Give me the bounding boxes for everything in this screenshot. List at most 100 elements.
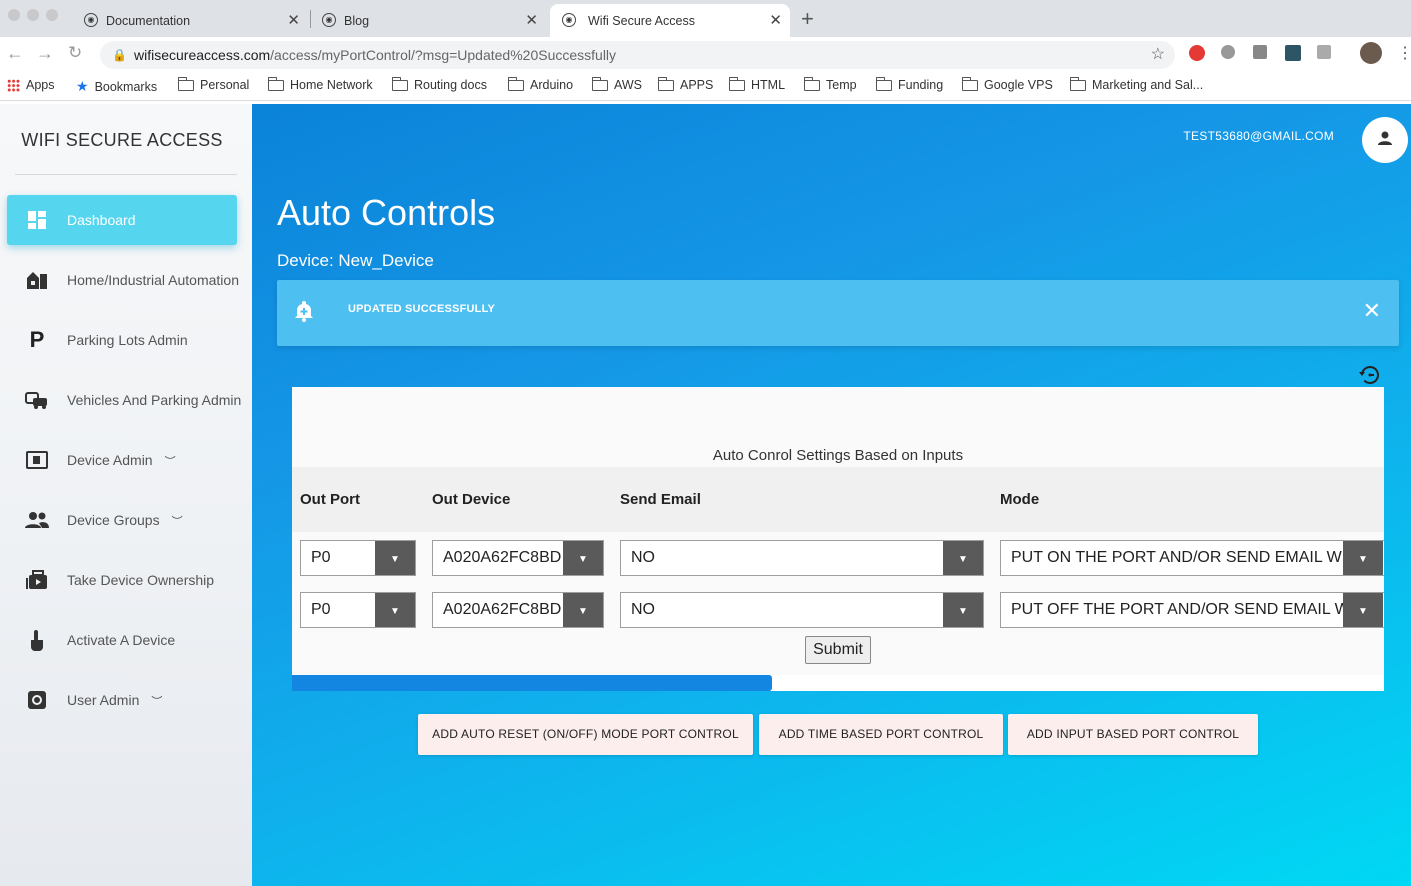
submit-button[interactable]: Submit — [805, 636, 871, 664]
parking-icon: P — [29, 327, 45, 352]
chevron-down-icon[interactable]: ︶ — [151, 693, 162, 709]
chevron-down-icon[interactable]: ︶ — [172, 513, 183, 529]
bookmark-google-vps[interactable]: Google VPS — [961, 76, 1053, 92]
chevron-down-icon: ▼ — [563, 541, 603, 575]
column-header: Send Email — [620, 491, 701, 508]
column-header: Out Port — [300, 491, 360, 508]
chevron-down-icon: ▼ — [563, 593, 603, 627]
bookmark-aws[interactable]: AWS — [591, 76, 642, 92]
main-content: TEST53680@GMAIL.COM Auto Controls Device… — [252, 104, 1411, 886]
url-input[interactable]: 🔒 wifisecureaccess.com/access/myPortCont… — [100, 41, 1175, 69]
tab-title: Wifi Secure Access — [588, 13, 695, 28]
browser-tab-blog[interactable]: ◉ Blog ✕ — [316, 4, 546, 37]
table-row: P0 ▼ A020A62FC8BD ▼ NO ▼ PUT OFF THE PORT A… — [292, 584, 1384, 636]
drive-extension-icon[interactable] — [1317, 45, 1331, 59]
add-time-based-button[interactable]: ADD TIME BASED PORT CONTROL — [759, 714, 1003, 755]
window-zoom-control[interactable] — [46, 9, 58, 21]
reload-icon[interactable]: ↻ — [68, 43, 82, 63]
new-tab-icon[interactable]: + — [801, 6, 814, 32]
bookmark-apps-folder[interactable]: APPS — [657, 76, 714, 92]
sidebar-item-label: User Admin ︶ — [67, 692, 162, 709]
browser-tab-bar: ◉ Documentation ✕ ◉ Blog ✕ ◉ Wifi Secure… — [0, 0, 1411, 37]
adblock-extension-icon[interactable] — [1189, 45, 1205, 61]
chevron-down-icon: ▼ — [943, 593, 983, 627]
sidebar-item-vehicles-and-parking-admin[interactable]: Vehicles And Parking Admin — [7, 375, 252, 425]
folder-icon — [267, 76, 284, 91]
bookmark-label: Google VPS — [984, 78, 1053, 92]
folder-icon — [507, 76, 524, 91]
folder-icon — [391, 76, 408, 91]
user-avatar[interactable] — [1362, 117, 1408, 163]
table-row: P0 ▼ A020A62FC8BD ▼ NO ▼ PUT ON THE PORT AN… — [292, 532, 1384, 584]
site-favicon-icon: ◉ — [562, 13, 576, 27]
window-minimize-control[interactable] — [27, 9, 39, 21]
sidebar-item-label: Device Admin ︶ — [67, 452, 176, 469]
bookmark-temp[interactable]: Temp — [803, 76, 857, 92]
folder-icon — [591, 76, 608, 91]
bookmark-label: Bookmarks — [94, 79, 158, 94]
sidebar-item-parking-lots-admin[interactable]: P Parking Lots Admin — [7, 315, 252, 365]
out-port-select[interactable]: P0 ▼ — [300, 592, 416, 628]
sidebar-item-label: Vehicles And Parking Admin — [67, 392, 242, 408]
sidebar-item-device-admin[interactable]: Device Admin ︶ — [7, 435, 252, 485]
bookmark-label: Arduino — [530, 78, 574, 92]
bookmark-bookmarks[interactable]: ★ Bookmarks — [76, 78, 157, 95]
sidebar-item-home-industrial-automation[interactable]: Home/Industrial Automation — [7, 255, 252, 305]
folder-icon — [728, 76, 745, 91]
device-icon — [25, 448, 49, 472]
sidebar-item-take-device-ownership[interactable]: Take Device Ownership — [7, 555, 252, 605]
tab-close-icon[interactable]: ✕ — [525, 11, 538, 29]
url-host: wifisecureaccess.com — [134, 47, 271, 63]
out-device-select[interactable]: A020A62FC8BD ▼ — [432, 540, 604, 576]
out-port-select[interactable]: P0 ▼ — [300, 540, 416, 576]
send-email-select[interactable]: NO ▼ — [620, 592, 984, 628]
dropbox-extension-icon[interactable] — [1253, 45, 1267, 59]
select-value: A020A62FC8BD — [443, 601, 562, 618]
browser-tab-documentation[interactable]: ◉ Documentation ✕ — [78, 4, 308, 37]
out-device-select[interactable]: A020A62FC8BD ▼ — [432, 592, 604, 628]
lock-icon: 🔒 — [112, 48, 127, 62]
sidebar-item-activate-a-device[interactable]: Activate A Device — [7, 615, 252, 665]
extension-circle-icon[interactable] — [1221, 45, 1235, 59]
auto-control-card: Auto Conrol Settings Based on Inputs Out… — [292, 387, 1384, 675]
forward-icon[interactable]: → — [36, 43, 54, 64]
chevron-down-icon[interactable]: ︶ — [165, 453, 176, 469]
sidebar: WIFI SECURE ACCESS Dashboard Home/Indust… — [0, 104, 252, 886]
sidebar-item-device-groups[interactable]: Device Groups ︶ — [7, 495, 252, 545]
profile-avatar[interactable] — [1360, 42, 1382, 64]
bookmark-apps[interactable]: Apps — [7, 78, 55, 92]
site-favicon-icon: ◉ — [322, 13, 336, 27]
screen-extension-icon[interactable] — [1285, 45, 1301, 61]
user-email[interactable]: TEST53680@GMAIL.COM — [1183, 129, 1334, 143]
bookmark-marketing[interactable]: Marketing and Sal... — [1069, 76, 1203, 92]
back-icon[interactable]: ← — [6, 43, 24, 64]
tab-close-icon[interactable]: ✕ — [287, 11, 300, 29]
mode-select[interactable]: PUT OFF THE PORT AND/OR SEND EMAIL WHEN ▼ — [1000, 592, 1384, 628]
bookmark-personal[interactable]: Personal — [177, 76, 249, 92]
sidebar-item-text: Device Admin — [67, 451, 153, 468]
address-toolbar: ← → ↻ 🔒 wifisecureaccess.com/access/myPo… — [0, 37, 1411, 71]
browser-menu-icon[interactable]: ⋮ — [1397, 43, 1411, 63]
sidebar-item-dashboard[interactable]: Dashboard — [7, 195, 237, 245]
send-email-select[interactable]: NO ▼ — [620, 540, 984, 576]
bookmark-html[interactable]: HTML — [728, 76, 785, 92]
column-header: Out Device — [432, 491, 511, 508]
select-value: P0 — [311, 549, 331, 566]
close-icon[interactable]: ✕ — [1363, 298, 1381, 324]
bookmark-arduino[interactable]: Arduino — [507, 76, 574, 92]
sidebar-item-label: Home/Industrial Automation — [67, 272, 239, 288]
sidebar-item-user-admin[interactable]: User Admin ︶ — [7, 675, 252, 725]
bookmark-funding[interactable]: Funding — [875, 76, 943, 92]
bookmark-home-network[interactable]: Home Network — [267, 76, 373, 92]
mode-select[interactable]: PUT ON THE PORT AND/OR SEND EMAIL WHEN ▼ — [1000, 540, 1384, 576]
add-auto-reset-button[interactable]: ADD AUTO RESET (ON/OFF) MODE PORT CONTRO… — [418, 714, 753, 755]
bookmark-routing-docs[interactable]: Routing docs — [391, 76, 487, 92]
bookmark-label: APPS — [680, 78, 714, 92]
tab-close-icon[interactable]: ✕ — [769, 11, 782, 29]
url-path: /access/myPortControl/?msg=Updated%20Suc… — [270, 47, 617, 63]
add-input-based-button[interactable]: ADD INPUT BASED PORT CONTROL — [1008, 714, 1258, 755]
browser-tab-wifi-secure-access[interactable]: ◉ Wifi Secure Access ✕ — [550, 4, 790, 37]
bookmark-star-icon[interactable]: ☆ — [1151, 41, 1165, 69]
window-close-control[interactable] — [8, 9, 20, 21]
select-value: PUT OFF THE PORT AND/OR SEND EMAIL WHEN — [1011, 601, 1384, 618]
